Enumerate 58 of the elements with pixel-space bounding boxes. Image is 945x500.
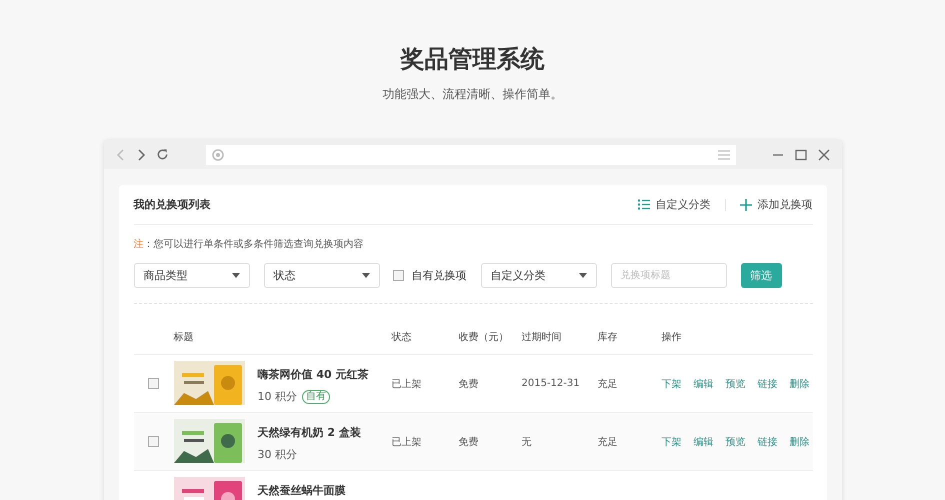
own-tag: 自有 <box>302 390 330 404</box>
maximize-icon[interactable] <box>794 148 806 160</box>
search-field[interactable]: 兑换项标题 <box>610 263 726 288</box>
action-link[interactable]: 链接 <box>758 434 778 448</box>
row-checkbox[interactable] <box>148 378 159 389</box>
table-cell-text: 充足 <box>598 378 618 390</box>
reload-icon[interactable] <box>156 148 168 161</box>
action-link[interactable]: 下架 <box>662 376 682 390</box>
column-header: 状态 <box>392 330 412 344</box>
checkbox[interactable] <box>392 270 404 281</box>
action-link[interactable]: 链接 <box>758 376 778 390</box>
column-header: 库存 <box>598 330 618 344</box>
checkbox-label: 自有兑换项 <box>412 268 466 283</box>
points-text: 10 积分 <box>258 389 297 404</box>
item-title: 天然绿有机奶 2 盒装 <box>258 425 361 440</box>
row-checkbox[interactable] <box>148 436 159 447</box>
toolbar-link[interactable]: 添加兑换项 <box>740 197 812 212</box>
hint-text: 注：您可以进行单条件或多条件筛选查询兑换项内容 <box>134 238 364 251</box>
action-link[interactable]: 编辑 <box>694 376 714 390</box>
table-cell-text: 免费 <box>458 378 480 390</box>
action-link[interactable]: 删除 <box>790 434 810 448</box>
caret-icon <box>362 273 370 278</box>
table-cell-text: 无 <box>522 436 532 448</box>
column-header: 收费（元） <box>458 330 510 344</box>
card-title: 我的兑换项列表 <box>134 197 210 212</box>
dropdown[interactable]: 状态 <box>264 263 380 288</box>
column-header: 标题 <box>174 330 194 344</box>
list-icon <box>638 199 650 210</box>
points-text: 30 积分 <box>258 447 297 462</box>
item-title: 天然蚕丝蜗牛面膜 <box>258 483 346 498</box>
globe-icon <box>212 148 224 160</box>
item-title: 嗨茶网价值 40 元红茶 <box>258 367 368 382</box>
action-link[interactable]: 编辑 <box>694 434 714 448</box>
table-cell-text: 已上架 <box>392 378 422 390</box>
filter-button[interactable]: 筛选 <box>740 263 782 288</box>
table-cell-text: 已上架 <box>392 436 422 448</box>
caret-icon <box>578 273 586 278</box>
menu-icon[interactable] <box>718 150 730 160</box>
toolbar-link[interactable]: 自定义分类 <box>638 197 710 212</box>
action-link[interactable]: 删除 <box>790 376 810 390</box>
column-header: 操作 <box>662 331 682 344</box>
dropdown[interactable]: 商品类型 <box>134 263 250 288</box>
table-cell-text: 2015-12-31 <box>522 378 581 389</box>
dropdown[interactable]: 自定义分类 <box>480 263 596 288</box>
column-header: 过期时间 <box>522 330 562 344</box>
table-cell-text: 免费 <box>458 436 480 448</box>
close-icon[interactable] <box>818 148 830 160</box>
page-title: 奖品管理系统 <box>399 44 546 75</box>
action-link[interactable]: 预览 <box>726 434 746 448</box>
back-icon[interactable] <box>116 148 126 160</box>
action-link[interactable]: 预览 <box>726 376 746 390</box>
forward-icon[interactable] <box>136 148 146 160</box>
plus-icon <box>740 198 752 210</box>
action-link[interactable]: 下架 <box>662 434 682 448</box>
address-bar[interactable] <box>206 144 736 164</box>
page-subtitle: 功能强大、流程清晰、操作简单。 <box>382 86 564 103</box>
caret-icon <box>232 273 240 278</box>
table-cell-text: 充足 <box>598 436 618 448</box>
